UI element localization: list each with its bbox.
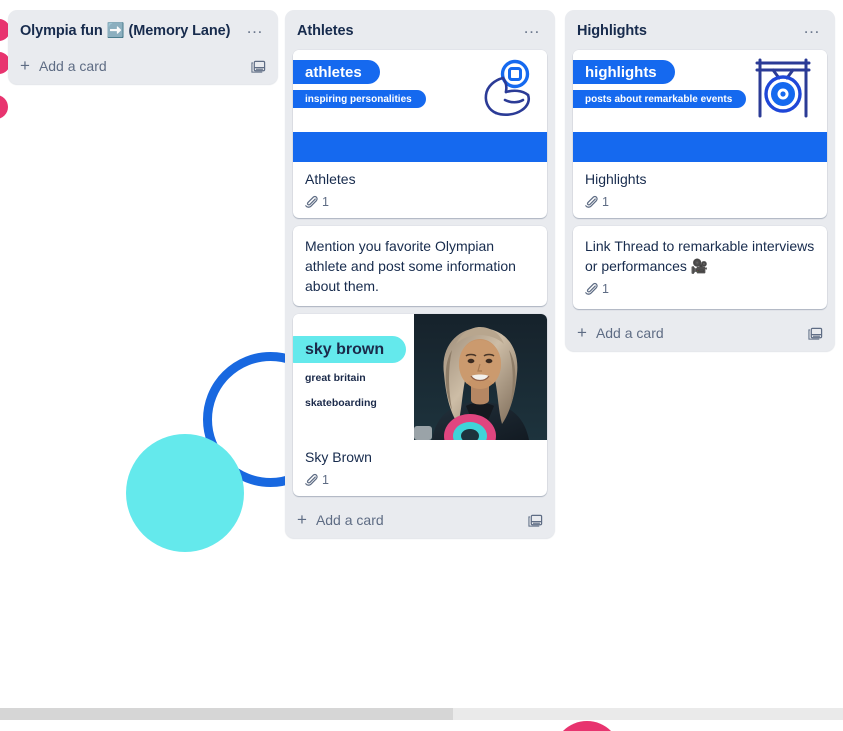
card-cover: sky brown great britain skateboarding (293, 314, 547, 440)
portrait-photo-sky-brown (414, 314, 547, 440)
gong-icon (753, 56, 815, 122)
card-title: Sky Brown (305, 449, 372, 465)
card-title: Link Thread to remarkable interviews or … (585, 238, 815, 274)
cover-pill-main: sky brown (293, 336, 407, 363)
trello-board: Olympia fun ➡️ (Memory Lane) … + Add a c… (0, 0, 843, 731)
list-title: Athletes (297, 22, 354, 39)
card-cover: highlights posts about remarkable events (573, 50, 827, 132)
list-header: Athletes … (285, 10, 555, 50)
card-link-thread[interactable]: Link Thread to remarkable interviews or … (573, 226, 827, 309)
add-card-label: Add a card (38, 58, 107, 74)
card-sky-brown[interactable]: sky brown great britain skateboarding Sk… (293, 314, 547, 496)
card-badges: 1 (305, 472, 537, 490)
attachment-count: 1 (602, 195, 609, 209)
card-list: highlights posts about remarkable events (565, 50, 835, 309)
card-highlights[interactable]: highlights posts about remarkable events (573, 50, 827, 218)
add-card-left: + Add a card (297, 510, 384, 529)
board-lists-area: Olympia fun ➡️ (Memory Lane) … + Add a c… (0, 0, 843, 700)
horizontal-scrollbar-track[interactable] (0, 708, 843, 720)
paperclip-icon (585, 195, 598, 209)
list-menu-button[interactable]: … (242, 19, 268, 42)
card-badges: 1 (585, 281, 815, 299)
cover-meta-sport: skateboarding (305, 397, 377, 409)
card-badges: 1 (585, 194, 817, 212)
add-card-left: + Add a card (577, 323, 664, 342)
cover-meta-country: great britain (305, 372, 366, 384)
add-card-left: + Add a card (20, 56, 107, 75)
paperclip-icon (305, 473, 318, 487)
add-card-row[interactable]: + Add a card (285, 504, 555, 538)
card-body: Athletes 1 (293, 162, 547, 218)
plus-icon: + (297, 510, 307, 529)
card-title: Athletes (305, 171, 356, 187)
flexed-bicep-icon (473, 56, 535, 122)
card-title: Highlights (585, 171, 647, 187)
decorative-pink-circle-bottom (553, 721, 621, 731)
add-card-row[interactable]: + Add a card (8, 50, 278, 84)
list-title: Olympia fun ➡️ (Memory Lane) (20, 22, 231, 39)
paperclip-icon (305, 195, 318, 209)
attachment-count: 1 (322, 195, 329, 209)
card-cover-color-bar (573, 132, 827, 162)
add-card-label: Add a card (595, 325, 664, 341)
list-header: Olympia fun ➡️ (Memory Lane) … (8, 10, 278, 50)
list-menu-button[interactable]: … (799, 19, 825, 42)
list-header: Highlights … (565, 10, 835, 50)
card-body: Mention you favorite Olympian athlete an… (293, 226, 547, 306)
horizontal-scrollbar-thumb[interactable] (0, 708, 453, 720)
list-menu-button[interactable]: … (519, 19, 545, 42)
add-card-label: Add a card (315, 512, 384, 528)
plus-icon: + (20, 56, 30, 75)
paperclip-icon (585, 282, 598, 296)
card-template-icon[interactable] (528, 513, 543, 528)
card-badges: 1 (305, 194, 537, 212)
card-cover: athletes inspiring personalities (293, 50, 547, 132)
attachment-count: 1 (322, 473, 329, 487)
card-athletes[interactable]: athletes inspiring personalities Athlete… (293, 50, 547, 218)
attachment-count: 1 (602, 282, 609, 296)
cover-pill-sub: inspiring personalities (293, 90, 426, 108)
card-title: Mention you favorite Olympian athlete an… (305, 238, 516, 294)
card-body: Highlights 1 (573, 162, 827, 218)
add-card-row[interactable]: + Add a card (565, 317, 835, 351)
card-body: Sky Brown 1 (293, 440, 547, 496)
list-title: Highlights (577, 22, 647, 39)
list-highlights: Highlights … highlights posts about rema… (565, 10, 835, 351)
card-template-icon[interactable] (808, 326, 823, 341)
cover-pill-main: athletes (293, 60, 380, 84)
card-template-icon[interactable] (251, 59, 266, 74)
cover-pill-main: highlights (573, 60, 675, 84)
cover-pill-sub: posts about remarkable events (573, 90, 747, 108)
list-olympia-fun: Olympia fun ➡️ (Memory Lane) … + Add a c… (8, 10, 278, 84)
plus-icon: + (577, 323, 587, 342)
card-cover-color-bar (293, 132, 547, 162)
card-list: athletes inspiring personalities Athlete… (285, 50, 555, 496)
card-mention-olympian[interactable]: Mention you favorite Olympian athlete an… (293, 226, 547, 306)
list-athletes: Athletes … athletes inspiring personalit… (285, 10, 555, 538)
card-body: Link Thread to remarkable interviews or … (573, 226, 827, 309)
